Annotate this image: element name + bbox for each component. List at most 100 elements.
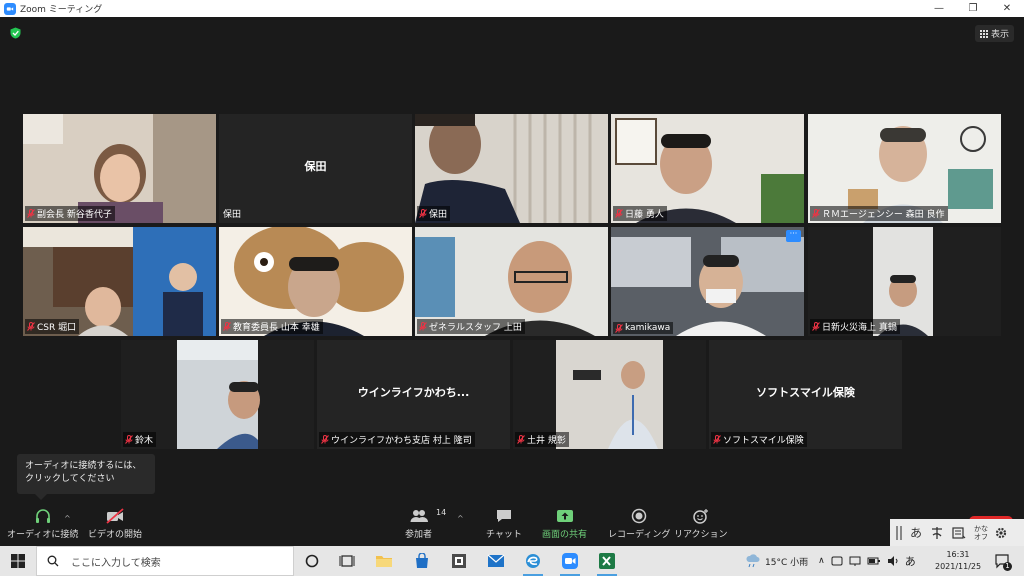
meeting-area: 表示 副会長 新谷香代子 保田 保田 保田 日藤 勇人 ＲＭエージェンシー 森田… — [0, 17, 1024, 504]
edge-browser-icon — [526, 554, 540, 568]
app-button-generic[interactable] — [449, 551, 469, 571]
audio-options-caret[interactable]: ^ — [64, 514, 71, 523]
share-screen-button[interactable]: 画面の共有 — [542, 508, 587, 540]
participants-options-caret[interactable]: ^ — [457, 514, 464, 523]
participant-name-bar: ソフトスマイル保険 — [711, 432, 807, 447]
search-icon — [47, 555, 59, 567]
start-button[interactable] — [0, 546, 36, 576]
maximize-button[interactable]: ❐ — [956, 0, 990, 17]
video-tile-2[interactable]: 保田 保田 — [219, 114, 412, 223]
participant-name: 保田 — [223, 210, 242, 220]
task-view-button[interactable] — [337, 551, 357, 571]
start-video-label: ビデオの開始 — [88, 530, 143, 540]
ime-hiragana-mode[interactable]: あ — [910, 524, 922, 541]
cortana-icon — [305, 554, 319, 568]
taskbar-search-box[interactable]: ここに入力して検索 — [36, 546, 294, 576]
windows-logo-icon — [11, 554, 25, 568]
participant-name: kamikawa — [625, 323, 671, 333]
app-window-icon — [452, 554, 466, 568]
participant-name-bar: 鈴木 — [123, 432, 157, 447]
video-tile-12[interactable]: ウインライフかわち... ウインライフかわち支店 村上 隆司 — [317, 340, 510, 449]
video-feed — [611, 227, 804, 336]
chat-icon — [496, 510, 511, 522]
share-screen-icon — [556, 510, 573, 522]
participant-name: 教育委員長 山本 幸雄 — [233, 323, 320, 333]
video-off-icon — [106, 508, 124, 524]
meet-now-icon[interactable] — [831, 555, 843, 567]
participants-button[interactable]: 参加者 — [405, 508, 432, 540]
store-button[interactable] — [412, 551, 432, 571]
battery-icon[interactable] — [867, 555, 881, 567]
excel-button[interactable] — [597, 551, 617, 576]
muted-mic-icon — [419, 322, 427, 331]
participants-count: 14 — [436, 508, 447, 517]
video-tile-13[interactable]: 土井 規彰 — [513, 340, 706, 449]
participant-center-name: ソフトスマイル保険 — [756, 386, 855, 399]
ime-dictionary-icon[interactable] — [952, 526, 966, 540]
file-explorer-button[interactable] — [374, 551, 394, 571]
minimize-button[interactable]: — — [922, 0, 956, 17]
volume-icon[interactable] — [887, 555, 899, 567]
participant-name: 日新火災海上 真鍋 — [822, 323, 897, 333]
record-button[interactable]: レコーディング — [608, 508, 670, 540]
task-view-icon — [339, 555, 355, 567]
view-button[interactable]: 表示 — [974, 25, 1014, 42]
muted-mic-icon — [27, 322, 35, 331]
participant-name: 土井 規彰 — [527, 436, 566, 446]
participant-name-bar: 日藤 勇人 — [613, 206, 667, 221]
edge-button[interactable] — [523, 551, 543, 576]
window-title: Zoom ミーティング — [20, 5, 103, 15]
ime-mode-indicator[interactable]: あ — [905, 553, 916, 569]
meeting-toolbar: オーディオに接続 ^ ビデオの開始 参加者 14 ^ チャット 画面の共有 レコ… — [0, 504, 1024, 546]
zoom-app-button[interactable] — [560, 551, 580, 576]
chat-label: チャット — [486, 530, 522, 540]
video-tile-10[interactable]: 日新火災海上 真鍋 — [808, 227, 1001, 336]
weather-text[interactable]: 15°C 小雨 — [765, 555, 808, 568]
video-tile-5[interactable]: ＲＭエージェンシー 森田 良作 — [808, 114, 1001, 223]
grid-icon — [979, 29, 988, 38]
mail-button[interactable] — [486, 551, 506, 571]
start-video-button[interactable]: ビデオの開始 — [88, 508, 142, 540]
reactions-button[interactable]: リアクション — [674, 508, 728, 540]
record-label: レコーディング — [608, 530, 671, 540]
tile-menu-button[interactable]: ··· — [786, 230, 801, 242]
muted-mic-icon — [321, 435, 329, 444]
cortana-button[interactable] — [302, 551, 322, 571]
ime-toolbar: あ かな オフ — [890, 519, 1024, 546]
video-tile-7[interactable]: 教育委員長 山本 幸雄 — [219, 227, 412, 336]
ime-pad-icon[interactable] — [930, 526, 944, 540]
video-tile-8[interactable]: ゼネラルスタッフ 上田 — [415, 227, 608, 336]
clock-time: 16:31 — [946, 550, 970, 559]
participant-name: ＲＭエージェンシー 森田 良作 — [822, 210, 945, 220]
video-tile-6[interactable]: CSR 堀口 — [23, 227, 216, 336]
muted-mic-icon — [812, 322, 820, 331]
zoom-icon — [562, 553, 578, 569]
network-icon[interactable] — [849, 555, 861, 567]
video-tile-14[interactable]: ソフトスマイル保険 ソフトスマイル保険 — [709, 340, 902, 449]
muted-mic-icon — [27, 209, 35, 218]
video-tile-4-active-speaker[interactable]: 日藤 勇人 — [611, 114, 804, 223]
tray-overflow-chevron-icon[interactable]: ∧ — [818, 556, 825, 566]
join-audio-button[interactable]: オーディオに接続 — [7, 508, 78, 540]
participant-name-bar: ウインライフかわち支店 村上 隆司 — [319, 432, 475, 447]
participant-name: ウインライフかわち支店 村上 隆司 — [331, 436, 472, 446]
ime-drag-handle-icon[interactable] — [896, 525, 902, 540]
participants-icon — [410, 510, 428, 522]
windows-taskbar: ここに入力して検索 15°C 小雨 ∧ あ 16:31 2021/11/25 1 — [0, 546, 1024, 576]
participant-name: 日藤 勇人 — [625, 210, 664, 220]
video-tile-11[interactable]: 鈴木 — [121, 340, 314, 449]
video-tile-3[interactable]: 保田 — [415, 114, 608, 223]
excel-icon — [599, 553, 615, 569]
chat-button[interactable]: チャット — [486, 508, 522, 540]
view-button-label: 表示 — [990, 30, 1009, 40]
video-tile-9[interactable]: ··· kamikawa — [611, 227, 804, 336]
close-button[interactable]: ✕ — [990, 0, 1024, 17]
gear-icon[interactable] — [994, 526, 1008, 540]
video-tile-1[interactable]: 副会長 新谷香代子 — [23, 114, 216, 223]
search-placeholder: ここに入力して検索 — [71, 557, 161, 569]
taskbar-clock[interactable]: 16:31 2021/11/25 — [935, 549, 981, 573]
ime-kana-off-label[interactable]: かな オフ — [974, 525, 988, 541]
participant-name-bar: 保田 — [221, 206, 244, 221]
muted-mic-icon — [615, 209, 623, 218]
notification-center-button[interactable]: 1 — [992, 551, 1012, 571]
